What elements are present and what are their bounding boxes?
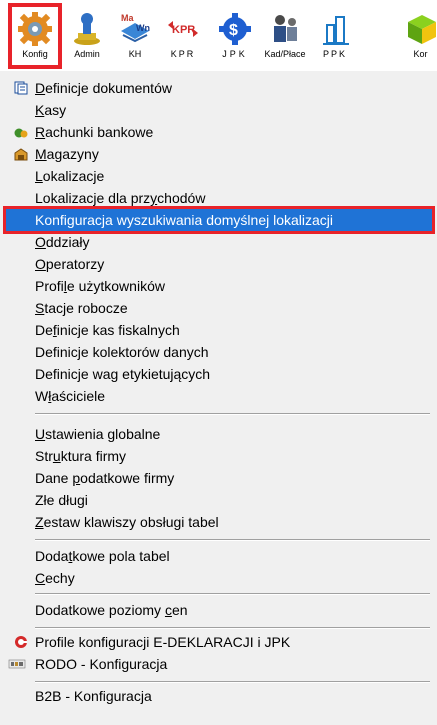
ledger-icon: Ma Wn <box>121 13 150 43</box>
menu-item-dodatkowe-poziomy-cen[interactable]: Dodatkowe poziomy cen <box>6 599 432 621</box>
e-deklaracje-icon <box>15 636 27 648</box>
menu-separator <box>35 627 430 629</box>
menu-item-rachunki-bankowe[interactable]: Rachunki bankowe <box>6 121 432 143</box>
documents-icon <box>14 81 28 95</box>
toolbar-button-jpk[interactable]: $ JPK <box>212 7 258 65</box>
svg-text:Wn: Wn <box>136 23 150 33</box>
menu-item-magazyny[interactable]: Magazyny <box>6 143 432 165</box>
svg-text:Ma: Ma <box>121 13 134 23</box>
menu-item-rodo-konfiguracja[interactable]: RODO - Konfiguracja <box>6 653 432 675</box>
toolbar-button-kadry-place[interactable]: Kad/Płace <box>262 7 308 65</box>
toolbar-button-kpr[interactable]: KPR KPR <box>160 7 206 65</box>
menu-item-definicje-kolektorow-danych[interactable]: Definicje kolektorów danych <box>6 341 432 363</box>
gear-icon <box>18 12 52 46</box>
toolbar-button-admin[interactable]: Admin <box>64 7 110 65</box>
menu-item-definicje-dokumentow[interactable]: Definicje dokumentów <box>6 77 432 99</box>
kpr-arrows-icon: KPR <box>168 21 198 37</box>
toolbar-label: Admin <box>74 49 100 59</box>
menu-item-oddzialy[interactable]: Oddziały <box>6 231 432 253</box>
menu-item-profile-uzytkownikow[interactable]: Profile użytkowników <box>6 275 432 297</box>
toolbar-button-konfig[interactable]: Konfig <box>8 3 62 69</box>
menu-item-zle-dlugi[interactable]: Złe długi <box>6 489 432 511</box>
toolbar-label: Kad/Płace <box>264 49 306 59</box>
konfig-dropdown-menu: Definicje dokumentów Kasy Rachunki banko… <box>0 71 437 725</box>
menu-item-profile-e-deklaracji[interactable]: Profile konfiguracji E-DEKLARACJI i JPK <box>6 631 432 653</box>
toolbar-label: JPK <box>222 49 248 59</box>
toolbar-button-kor[interactable]: Kor <box>404 7 437 65</box>
toolbar-button-ppk[interactable]: PPK <box>312 7 358 65</box>
cube-icon <box>408 15 436 44</box>
menu-item-stacje-robocze[interactable]: Stacje robocze <box>6 297 432 319</box>
toolbar-button-kh[interactable]: Ma Wn KH <box>112 7 158 65</box>
menu-item-definicje-wag-etykietujacych[interactable]: Definicje wag etykietujących <box>6 363 432 385</box>
menu-item-wlasciciele[interactable]: Właściciele <box>6 385 432 407</box>
svg-text:KPR: KPR <box>172 24 195 36</box>
menu-item-operatorzy[interactable]: Operatorzy <box>6 253 432 275</box>
menu-item-definicje-kas-fiskalnych[interactable]: Definicje kas fiskalnych <box>6 319 432 341</box>
toolbar-label: PPK <box>322 49 347 59</box>
money-bag-icon <box>14 128 28 138</box>
menu-item-struktura-firmy[interactable]: Struktura firmy <box>6 445 432 467</box>
menu-item-cechy[interactable]: Cechy <box>6 567 432 589</box>
svg-text:$: $ <box>229 22 238 39</box>
menu-item-dane-podatkowe-firmy[interactable]: Dane podatkowe firmy <box>6 467 432 489</box>
menu-separator <box>35 539 430 541</box>
menu-item-zestaw-klawiszy[interactable]: Zestaw klawiszy obsługi tabel <box>6 511 432 533</box>
menu-item-lokalizacje[interactable]: Lokalizacje <box>6 165 432 187</box>
building-chart-icon <box>323 16 349 45</box>
menu-item-dodatkowe-pola-tabel[interactable]: Dodatkowe pola tabel <box>6 545 432 567</box>
menu-item-ustawienia-globalne[interactable]: Ustawienia globalne <box>6 423 432 445</box>
main-toolbar: Konfig Admin Ma Wn KH KPR KPR $ JPK Kad/… <box>0 0 437 72</box>
jpk-gear-icon: $ <box>219 13 251 45</box>
people-icon <box>274 15 297 42</box>
menu-item-b2b-konfiguracja[interactable]: B2B - Konfiguracja <box>6 685 432 707</box>
stamp-icon <box>74 13 100 45</box>
menu-separator <box>35 413 430 415</box>
toolbar-label: Kor <box>413 49 428 59</box>
rodo-icon <box>8 659 26 669</box>
warehouse-icon <box>14 148 28 161</box>
toolbar-label: KPR <box>170 49 196 59</box>
menu-item-konfiguracja-wyszukiwania-lokalizacji[interactable]: Konfiguracja wyszukiwania domyślnej loka… <box>3 206 435 234</box>
menu-separator <box>35 593 430 595</box>
menu-item-lokalizacje-dla-przychodow[interactable]: Lokalizacje dla przychodów <box>6 187 432 209</box>
menu-item-kasy[interactable]: Kasy <box>6 99 432 121</box>
toolbar-label: Konfig <box>22 49 48 59</box>
menu-separator <box>35 681 430 683</box>
toolbar-label: KH <box>128 49 142 59</box>
